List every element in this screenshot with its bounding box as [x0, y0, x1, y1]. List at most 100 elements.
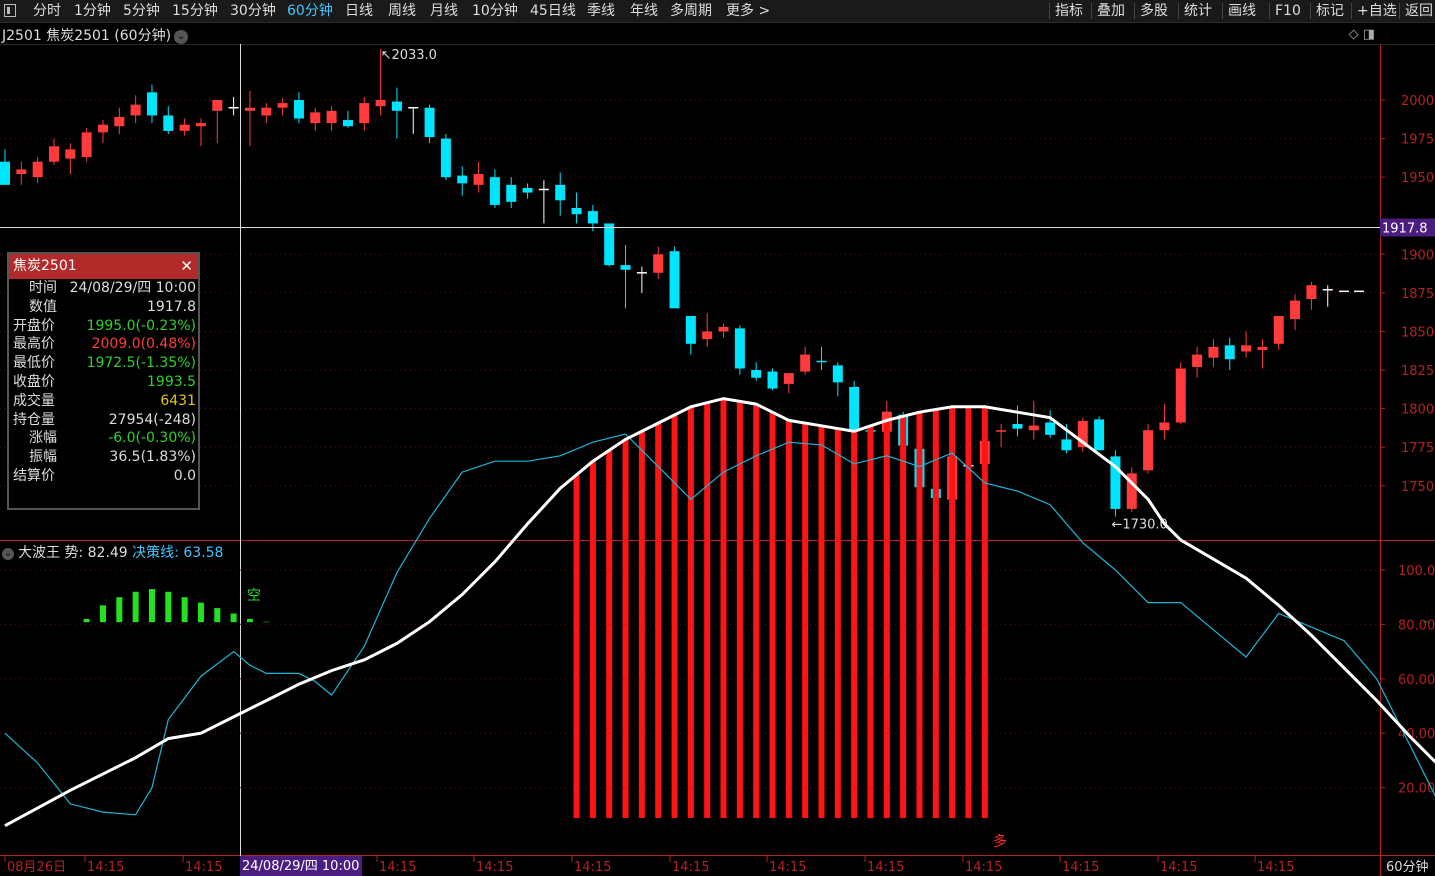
price-axis-label: 1825 [1401, 364, 1434, 379]
indicator-axis-label: 80.00 [1398, 618, 1435, 633]
candle-body [48, 146, 59, 162]
candle-body [326, 110, 337, 124]
candle-body [342, 120, 353, 127]
candle-body [195, 123, 206, 127]
info-value: 1917.8 [147, 298, 196, 315]
info-panel-header: 焦炭2501 ✕ [9, 254, 198, 279]
candle-body [702, 331, 713, 340]
time-axis-label: 14:15 [867, 860, 904, 875]
time-axis-label: 08月26日 [7, 860, 66, 875]
chevron-down-icon[interactable]: ⌄ [2, 548, 14, 560]
candle-body [522, 187, 533, 193]
candle-body [391, 101, 402, 111]
info-value: 1972.5(-1.35%) [86, 355, 196, 372]
price-axis-label: 1850 [1401, 325, 1434, 340]
candle-body [359, 103, 370, 124]
indicator-green-bar [214, 608, 221, 623]
indicator-red-bar [573, 474, 580, 819]
info-rows: 时间 24/08/29/四 10:00 数值 1917.8 开盘价 1995.0(-0.2… [9, 279, 198, 486]
indicator-red-bar [622, 439, 629, 819]
indicator-green-bar [83, 618, 90, 623]
indicator-green-bar [246, 618, 253, 623]
info-value: 2009.0(0.48%) [91, 336, 196, 353]
shi-label: 势: [64, 545, 84, 561]
candle-body [81, 132, 92, 158]
time-axis-label: 14:15 [1062, 860, 1099, 875]
candle-body [114, 116, 125, 127]
candle-body [996, 430, 1007, 432]
candle-body [1159, 422, 1170, 431]
price-axis-label: 1800 [1401, 403, 1434, 418]
info-row: 开盘价 1995.0(-0.23%) [9, 317, 198, 336]
indicator-green-bar [99, 605, 106, 623]
candle-body [473, 174, 484, 185]
candle-body [1208, 346, 1219, 358]
indicator-red-bar [802, 423, 809, 819]
indicator-red-bar [655, 423, 662, 819]
indicator-name: 大波王 [18, 545, 60, 561]
candle-body [604, 223, 615, 266]
info-panel-title: 焦炭2501 [13, 258, 77, 274]
time-axis-label: 14:15 [476, 860, 513, 875]
candle-body [1175, 368, 1186, 423]
candle-body [816, 360, 827, 363]
info-label: 振幅 [29, 449, 57, 466]
shi-value: 82.49 [87, 545, 128, 561]
candle-body [783, 373, 794, 384]
candle-body [1192, 354, 1203, 367]
time-axis-label: 14:15 [672, 860, 709, 875]
time-axis-label: 14:15 [87, 860, 124, 875]
indicator-red-bar [671, 414, 678, 819]
candle-body [1224, 345, 1235, 360]
info-row: 时间 24/08/29/四 10:00 [9, 279, 198, 298]
candle-body [375, 100, 386, 107]
candle-body [0, 161, 10, 185]
info-value: -6.0(-0.30%) [108, 430, 196, 447]
indicator-green-bar [132, 591, 139, 623]
indicator-title: ⌄ 大波王 势: 82.49 决策线: 63.58 [2, 542, 223, 562]
indicator-red-bar [785, 420, 792, 819]
decision-value: 63.58 [183, 545, 224, 561]
info-row: 收盘价 1993.5 [9, 373, 198, 392]
candle-body [424, 107, 435, 138]
candle-body [130, 104, 141, 116]
indicator-green-bar [197, 602, 204, 623]
info-row: 成交量 6431 [9, 392, 198, 411]
time-axis-label: 14:15 [379, 860, 416, 875]
info-row: 结算价 0.0 [9, 467, 198, 486]
time-axis-label: 14:15 [965, 860, 1002, 875]
info-value: 1995.0(-0.23%) [86, 317, 196, 334]
time-axis-label: 14:15 [185, 860, 222, 875]
indicator-red-bar [834, 428, 841, 819]
candle-body [277, 103, 288, 108]
indicator-red-bar [818, 425, 825, 819]
candle-body [1094, 419, 1105, 451]
decision-line [4, 433, 1435, 816]
candle-body [1290, 300, 1301, 320]
price-axis-label: 1900 [1401, 248, 1434, 263]
indicator-red-bar [916, 412, 923, 819]
indicator-red-bar [981, 406, 988, 819]
info-row: 最低价 1972.5(-1.35%) [9, 354, 198, 373]
candle-body [146, 92, 157, 116]
candle-body [718, 326, 729, 332]
candle-body [1273, 316, 1284, 344]
candle-body [293, 100, 304, 119]
indicator-axis-label: 100.0 [1398, 564, 1435, 579]
info-label: 涨幅 [29, 430, 57, 447]
time-axis-label: 14:15 [769, 860, 806, 875]
indicator-green-bar [263, 621, 270, 623]
decision-label: 决策线: [132, 545, 179, 561]
info-row: 持仓量 27954(-248) [9, 411, 198, 430]
candle-body [179, 124, 190, 131]
candle-body [832, 365, 843, 383]
info-value: 27954(-248) [108, 411, 196, 428]
kline-chart[interactable]: 2000 1975 1950 1900 1875 1850 1825 1800 1775 1750… [0, 0, 1435, 876]
indicator-red-bar [769, 412, 776, 819]
info-label: 收盘价 [13, 373, 55, 390]
candle-body [800, 354, 811, 372]
close-icon[interactable]: ✕ [180, 254, 193, 279]
info-label: 时间 [29, 280, 57, 296]
info-value: 36.5(1.83%) [109, 449, 196, 466]
candle-body [97, 124, 108, 133]
